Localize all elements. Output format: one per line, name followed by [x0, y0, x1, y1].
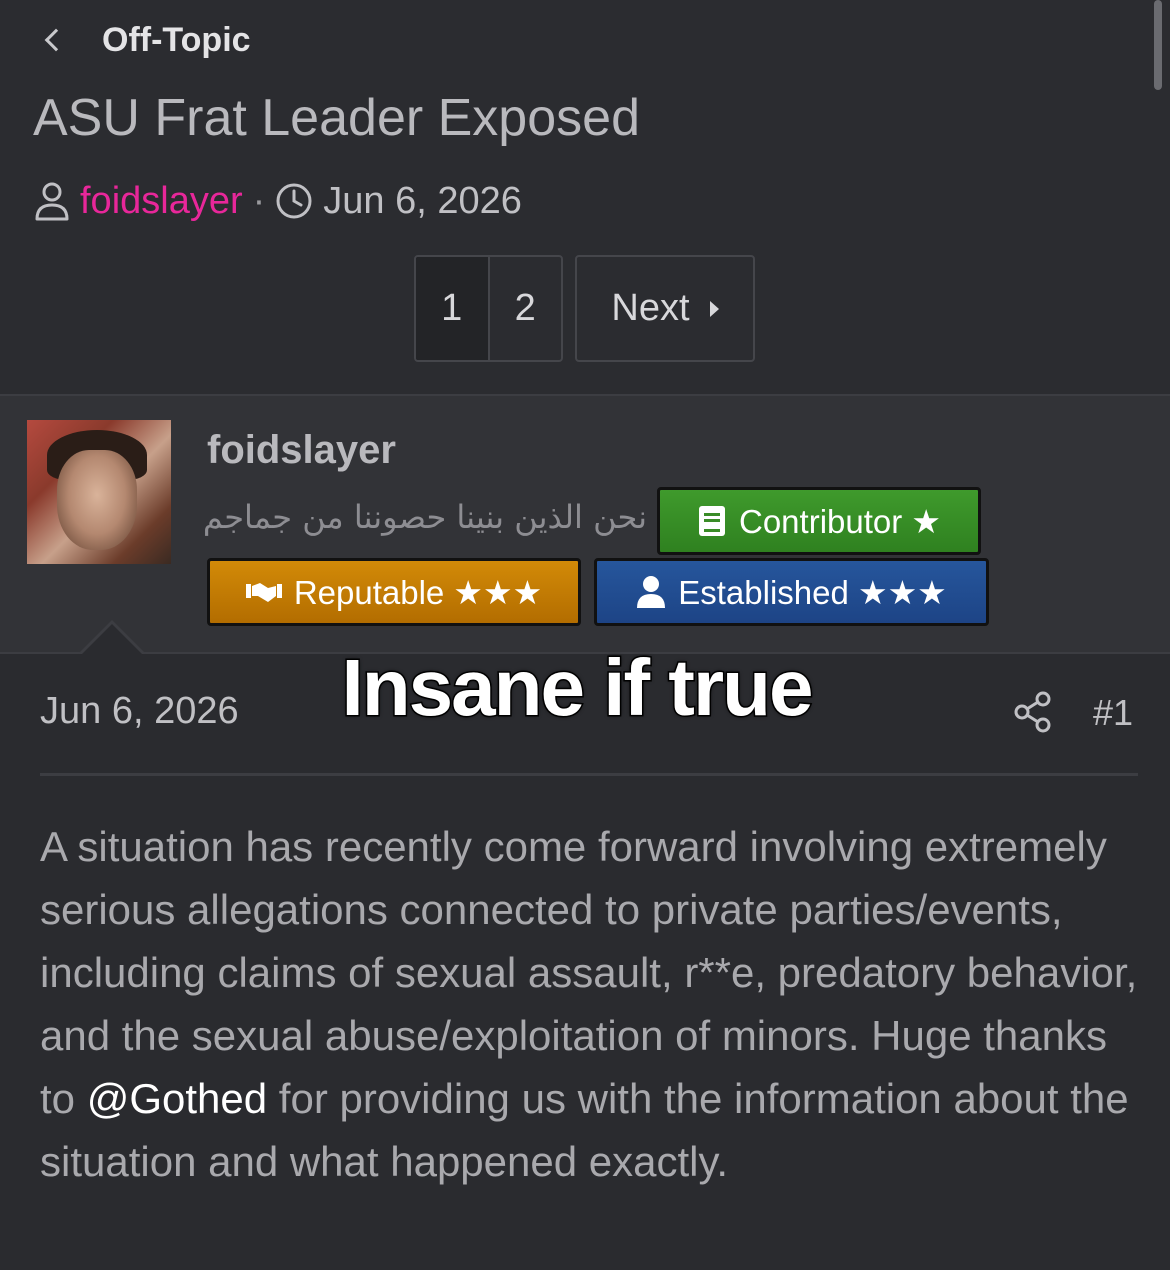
thread-date[interactable]: Jun 6, 2026	[323, 180, 522, 223]
contributor-badge: Contributor ★	[657, 487, 981, 555]
page-1-button[interactable]: 1	[416, 257, 490, 360]
user-signature: نحن الذين بنينا حصوننا من جماجم	[202, 498, 647, 536]
divider	[40, 773, 1138, 776]
next-label: Next	[611, 287, 690, 329]
pagination: 1 2	[414, 255, 563, 362]
scrollbar[interactable]	[1154, 0, 1162, 90]
meta-separator: ·	[252, 179, 266, 222]
avatar[interactable]	[27, 420, 171, 564]
share-icon[interactable]	[1013, 690, 1053, 739]
caret-right-icon	[709, 300, 719, 317]
established-badge: Established ★★★	[594, 558, 989, 626]
user-mention-link[interactable]: @Gothed	[87, 1075, 267, 1122]
book-icon	[699, 506, 725, 536]
handshake-icon	[245, 583, 282, 602]
breadcrumb-label[interactable]: Off-Topic	[102, 21, 251, 60]
user-icon	[637, 576, 666, 608]
reputable-badge-label: Reputable ★★★	[293, 573, 543, 611]
thread-author-link[interactable]: foidslayer	[80, 180, 243, 223]
overlay-caption: Insane if true	[340, 642, 815, 734]
post-body: A situation has recently come forward in…	[40, 815, 1140, 1193]
clock-icon	[275, 182, 313, 220]
post-username[interactable]: foidslayer	[207, 428, 396, 473]
thread-meta: foidslayer · Jun 6, 2026	[34, 176, 522, 226]
page-2-button[interactable]: 2	[490, 257, 562, 360]
user-icon	[34, 181, 70, 221]
established-badge-label: Established ★★★	[678, 573, 947, 611]
contributor-badge-label: Contributor ★	[739, 502, 941, 540]
breadcrumb[interactable]: Off-Topic	[40, 18, 251, 62]
post-number-link[interactable]: #1	[1093, 692, 1133, 734]
next-page-button[interactable]: Next	[575, 255, 755, 362]
thread-title: ASU Frat Leader Exposed	[33, 89, 640, 147]
reputable-badge: Reputable ★★★	[207, 558, 581, 626]
chevron-left-icon[interactable]	[44, 28, 68, 52]
